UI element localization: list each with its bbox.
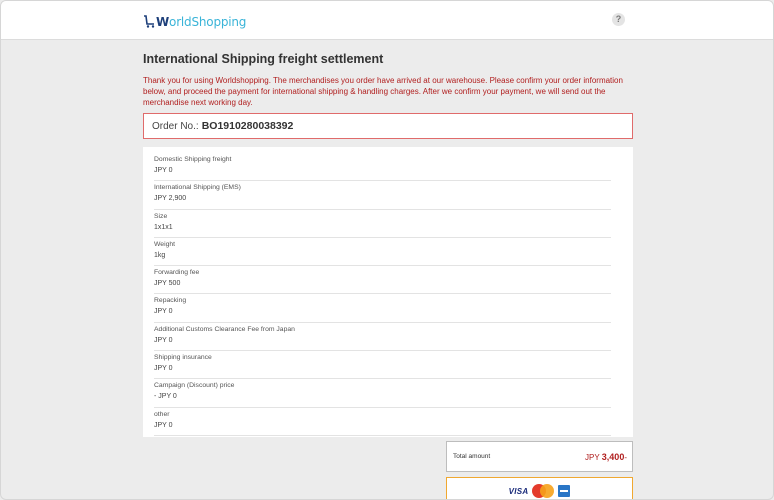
charge-label: Repacking — [154, 297, 187, 305]
charge-label: Shipping insurance — [154, 354, 212, 362]
order-number-box: Order No.: BO1910280038392 — [143, 113, 633, 139]
charge-row-campaign-discount: Campaign (Discount) price - JPY 0 — [154, 379, 611, 408]
charge-row-customs-clearance: Additional Customs Clearance Fee from Ja… — [154, 323, 611, 352]
logo-text: WorldShopping — [156, 15, 247, 29]
total-amount-box: Total amount JPY 3,400- — [446, 441, 633, 472]
charge-value: JPY 0 — [154, 365, 173, 373]
total-suffix: - — [624, 452, 627, 462]
charge-value: JPY 0 — [154, 167, 173, 174]
charge-row-weight: Weight 1kg — [154, 238, 611, 267]
charge-label: Domestic Shipping freight — [154, 156, 232, 163]
charge-row-other: other JPY 0 — [154, 408, 611, 436]
charge-row-shipping-insurance: Shipping insurance JPY 0 — [154, 351, 611, 380]
charge-value: JPY 0 — [154, 336, 173, 344]
total-amount-value: JPY 3,400- — [585, 452, 627, 462]
charge-row-international-shipping: International Shipping (EMS) JPY 2,900 — [154, 181, 611, 210]
total-amount-label: Total amount — [453, 453, 491, 460]
card-logos: VISA — [509, 484, 571, 498]
charges-list: Domestic Shipping freight JPY 0 Internat… — [143, 147, 633, 437]
charge-row-repacking: Repacking JPY 0 — [154, 294, 611, 323]
mastercard-icon — [532, 484, 555, 498]
charge-label: International Shipping (EMS) — [154, 184, 241, 192]
charge-value: JPY 500 — [154, 280, 181, 288]
main-content: International Shipping freight settlemen… — [143, 51, 633, 109]
visa-icon: VISA — [508, 486, 529, 496]
charge-value: JPY 0 — [154, 308, 173, 316]
worldshopping-logo[interactable]: WorldShopping — [143, 11, 246, 29]
charge-label: Forwarding fee — [154, 269, 200, 277]
notice-text: Thank you for using Worldshopping. The m… — [143, 76, 623, 108]
browser-frame: WorldShopping ? International Shipping f… — [0, 0, 774, 500]
charge-label: Additional Customs Clearance Fee from Ja… — [154, 325, 295, 333]
order-number-label: Order No.: — [152, 120, 199, 132]
charge-label: Campaign (Discount) price — [154, 382, 235, 390]
charge-value: - JPY 0 — [154, 393, 177, 401]
credit-card-payment-button[interactable]: VISA — [446, 477, 633, 499]
charge-value: JPY 2,900 — [154, 195, 187, 203]
site-header: WorldShopping ? — [1, 1, 773, 40]
charge-row-size: Size 1x1x1 — [154, 210, 611, 238]
charge-value: 1kg — [154, 251, 166, 259]
charge-label: other — [154, 410, 170, 418]
cart-logo-icon — [143, 13, 155, 29]
charge-label: Weight — [154, 240, 176, 248]
total-amount-number: 3,400 — [601, 451, 625, 462]
charge-row-domestic-shipping: Domestic Shipping freight JPY 0 — [154, 153, 611, 182]
page-title: International Shipping freight settlemen… — [143, 52, 384, 66]
help-icon[interactable]: ? — [612, 13, 625, 26]
charge-value: 1x1x1 — [154, 223, 173, 231]
total-currency: JPY — [585, 452, 600, 462]
charge-value: JPY 0 — [154, 421, 173, 429]
charge-row-forwarding-fee: Forwarding fee JPY 500 — [154, 266, 611, 295]
charge-label: Size — [154, 212, 168, 220]
order-number-value: BO1910280038392 — [201, 120, 294, 132]
amex-icon — [558, 485, 571, 497]
